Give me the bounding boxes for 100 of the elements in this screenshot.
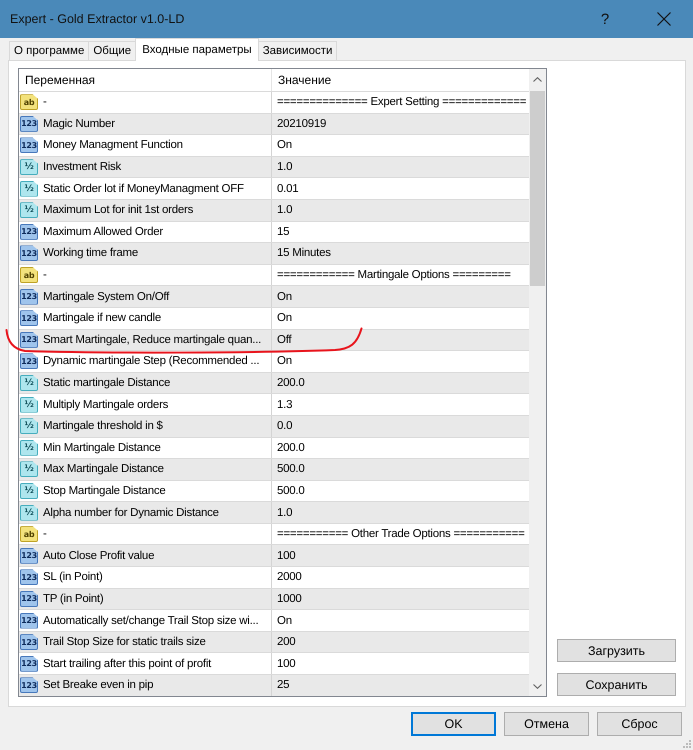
parameter-name: Start trailing after this point of profit [43, 658, 212, 670]
tab[interactable]: О программе [9, 41, 90, 60]
parameter-value: 500.0 [276, 484, 306, 499]
parameter-value: 100 [276, 548, 296, 564]
chevron-up-icon [533, 76, 542, 82]
table-row[interactable]: ½ Max Martingale Distance 500.0 [19, 458, 529, 480]
type-tag: 123 [20, 137, 38, 154]
parameter-name: Max Martingale Distance [43, 463, 164, 476]
table-row[interactable]: 123 Magic Number 20210919 [19, 112, 529, 134]
type-tag: ½ [20, 461, 38, 478]
parameter-name: Alpha number for Dynamic Distance [43, 506, 219, 519]
parameter-value: 1000 [276, 592, 303, 607]
table-row[interactable]: ½ Static martingale Distance 200.0 [19, 372, 529, 394]
table-row[interactable]: ½ Maximum Lot for init 1st orders 1.0 [19, 198, 529, 221]
close-icon [657, 12, 671, 26]
parameter-value: 1.0 [276, 203, 294, 218]
parameter-name: Auto Close Profit value [43, 550, 154, 562]
type-tag: 123 [20, 590, 38, 607]
parameter-name: Maximum Lot for init 1st orders [43, 204, 194, 216]
table-row[interactable]: 123 Auto Close Profit value 100 [19, 544, 529, 566]
parameter-name: SL (in Point) [43, 571, 103, 584]
parameter-name: TP (in Point) [43, 592, 104, 605]
load-button[interactable]: Загрузить [557, 639, 676, 662]
type-tag: 123 [20, 116, 38, 132]
parameter-name: Magic Number [43, 118, 115, 130]
parameter-name: Multiply Martingale orders [43, 398, 168, 411]
parameter-name: Working time frame [43, 247, 138, 260]
parameter-name: Static martingale Distance [43, 377, 170, 390]
parameter-value: Off [276, 332, 293, 348]
column-header[interactable]: Значение [272, 69, 529, 91]
type-tag: 123 [20, 569, 38, 586]
type-tag: 123 [20, 288, 38, 305]
table-row[interactable]: 123 Martingale if new candle On [19, 306, 529, 329]
save-button[interactable]: Сохранить [557, 673, 676, 696]
type-tag: ab [20, 267, 38, 284]
table-row[interactable]: ab - ============== Expert Setting ============= [19, 91, 529, 113]
parameter-name: Automatically set/change Trail Stop size wi... [43, 614, 258, 627]
help-button[interactable]: ? [582, 4, 628, 34]
parameter-name: Trail Stop Size for static trails size [43, 636, 206, 648]
table-row[interactable]: ½ Alpha number for Dynamic Distance 1.0 [19, 501, 529, 523]
type-tag: 123 [20, 548, 38, 564]
parameter-name: Set Breake even in pip [43, 679, 154, 692]
table-row[interactable]: 123 SL (in Point) 2000 [19, 566, 529, 588]
parameter-value: 1.3 [276, 398, 294, 413]
parameter-name: Martingale System On/Off [43, 290, 170, 303]
parameter-name: Min Martingale Distance [43, 442, 161, 454]
parameter-value: 1.0 [276, 160, 294, 176]
type-tag: ½ [20, 396, 38, 413]
table-row[interactable]: 123 Trail Stop Size for static trails size 200 [19, 630, 529, 652]
parameter-name: Money Managment Function [43, 139, 183, 152]
dialog-button[interactable]: Отмена [504, 712, 589, 736]
chevron-down-icon [533, 684, 542, 688]
table-row[interactable]: ½ Static Order lot if MoneyManagment OFF 0.01 [19, 177, 529, 199]
parameter-value: 500.0 [276, 462, 306, 478]
table-row[interactable]: ½ Martingale threshold in $ 0.0 [19, 414, 529, 436]
type-tag: 123 [20, 310, 38, 326]
parameter-value: 100 [276, 656, 296, 672]
table-row[interactable]: 123 Working time frame 15 Minutes [19, 242, 529, 264]
tab[interactable]: Зависимости [258, 41, 338, 60]
table-row[interactable]: 123 Set Breake even in pip 25 [19, 674, 529, 696]
type-tag: 123 [20, 245, 38, 262]
table-row[interactable]: ab - =========== Other Trade Options =========== [19, 522, 529, 544]
type-tag: 123 [20, 656, 38, 672]
type-tag: 123 [20, 353, 38, 370]
table-row[interactable]: ½ Investment Risk 1.0 [19, 156, 529, 178]
dialog-button[interactable]: OK [411, 712, 496, 736]
table-row[interactable]: 123 Smart Martingale, Reduce martingale quan... Off [19, 328, 529, 350]
type-tag: 123 [20, 224, 38, 240]
type-tag: 123 [20, 677, 38, 694]
parameter-value: ============== Expert Setting ============= [276, 95, 528, 110]
table-row[interactable]: 123 Maximum Allowed Order 15 [19, 220, 529, 242]
parameter-value: 200 [276, 635, 296, 650]
tab[interactable]: Входные параметры [135, 38, 259, 61]
parameter-value: 0.01 [276, 182, 300, 197]
window-title: Expert - Gold Extractor v1.0-LD [10, 12, 186, 26]
table-row[interactable]: 123 Dynamic martingale Step (Recommended ... On [19, 350, 529, 372]
type-tag: ½ [20, 180, 38, 197]
table-row[interactable]: 123 Martingale System On/Off On [19, 285, 529, 307]
parameter-name: Martingale if new candle [43, 312, 162, 324]
dialog-button[interactable]: Сброс [597, 712, 682, 736]
type-tag: 123 [20, 634, 38, 650]
parameter-name: Investment Risk [43, 161, 122, 174]
parameter-value: 15 [276, 224, 290, 240]
table-row[interactable]: 123 Start trailing after this point of profit 100 [19, 652, 529, 674]
table-row[interactable]: 123 TP (in Point) 1000 [19, 588, 529, 610]
table-row[interactable]: ½ Stop Martingale Distance 500.0 [19, 480, 529, 502]
table-row[interactable]: ½ Min Martingale Distance 200.0 [19, 436, 529, 458]
type-tag: 123 [20, 332, 38, 348]
type-tag: ½ [20, 375, 38, 392]
parameter-name: Stop Martingale Distance [43, 484, 166, 497]
table-row[interactable]: 123 Automatically set/change Trail Stop size wi... On [19, 609, 529, 631]
parameter-name: Smart Martingale, Reduce martingale quan... [43, 334, 262, 346]
resize-grip-icon[interactable] [683, 740, 691, 748]
type-tag: ½ [20, 418, 38, 434]
parameter-name: Martingale threshold in $ [43, 420, 163, 432]
table-row[interactable]: 123 Money Managment Function On [19, 134, 529, 156]
table-row[interactable]: ab - ============ Martingale Options ========= [19, 264, 529, 286]
parameter-name: Maximum Allowed Order [43, 226, 164, 238]
scrollbar-thumb[interactable] [530, 91, 545, 286]
table-row[interactable]: ½ Multiply Martingale orders 1.3 [19, 393, 529, 415]
